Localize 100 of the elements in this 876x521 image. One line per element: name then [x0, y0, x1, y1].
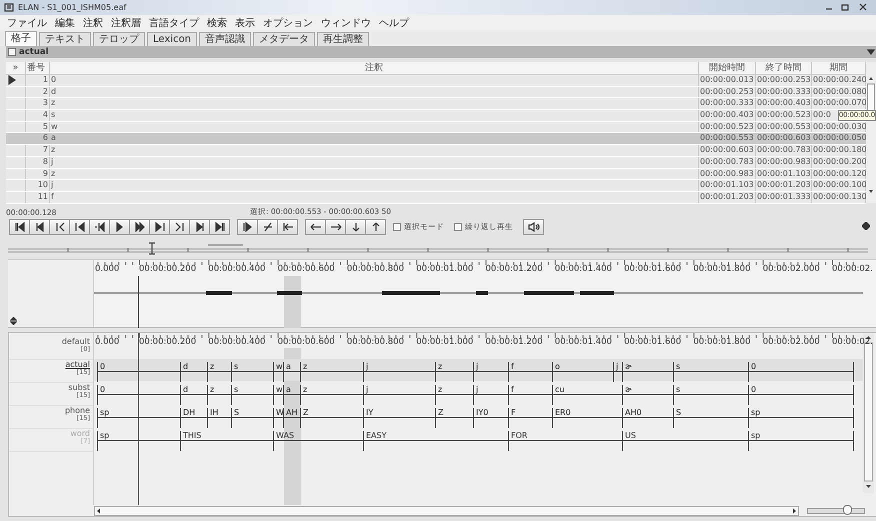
zoom-slider[interactable] [807, 508, 865, 514]
table-row[interactable]: 1 0 00:00:00.013 00:00:00.253 00:00:00.240 [6, 75, 866, 87]
table-row[interactable]: 6 a 00:00:00.553 00:00:00.603 00:00:00.050 [6, 133, 866, 146]
tab[interactable]: Lexicon [147, 32, 198, 46]
annotation[interactable]: F [508, 408, 552, 428]
annotation[interactable]: j [473, 362, 508, 382]
annotation[interactable]: 0 [748, 362, 854, 382]
media-button[interactable] [49, 219, 70, 235]
tab[interactable]: メタデータ [253, 32, 316, 46]
annotation[interactable]: d [180, 362, 207, 382]
annotation[interactable]: ɚ [622, 385, 673, 405]
annotation[interactable]: sp [748, 431, 854, 451]
media-button[interactable] [169, 219, 190, 235]
annotation[interactable]: sp [97, 431, 180, 451]
annotation[interactable]: z [435, 385, 473, 405]
annotation[interactable]: a [283, 385, 300, 405]
annotation[interactable]: W [273, 408, 283, 428]
annotation[interactable]: z [300, 385, 363, 405]
menu-item[interactable]: ファイル [3, 16, 51, 30]
media-button[interactable] [345, 219, 366, 235]
annotation[interactable]: DH [180, 408, 207, 428]
annotation[interactable]: sp [97, 408, 180, 428]
annotation[interactable]: w [273, 385, 283, 405]
annotation[interactable]: S [673, 408, 748, 428]
annotation[interactable]: s [673, 362, 748, 382]
annotation[interactable]: sp [748, 408, 854, 428]
media-button[interactable] [277, 219, 298, 235]
column-header[interactable]: 番号 [26, 62, 50, 74]
table-row[interactable]: 10 j 00:00:01.103 00:00:01.203 00:00:00.100 [6, 180, 866, 192]
annotation[interactable]: 0 [97, 385, 180, 405]
annotation[interactable]: w [273, 362, 283, 382]
annotation[interactable]: ER0 [552, 408, 622, 428]
annotation[interactable]: THIS [180, 431, 273, 451]
annotation[interactable]: IY [363, 408, 435, 428]
tier-name[interactable]: default [62, 337, 90, 346]
scrollbar[interactable] [94, 506, 799, 516]
annotation[interactable]: s [231, 362, 273, 382]
menu-item[interactable]: 注釈 [79, 16, 107, 30]
table-row[interactable]: 11 f 00:00:01.203 00:00:01.333 00:00:00.130 [6, 192, 866, 204]
annotation[interactable]: Z [300, 408, 363, 428]
annotation[interactable]: S [231, 408, 273, 428]
checkbox[interactable] [393, 223, 401, 231]
volume-button[interactable] [523, 219, 544, 235]
column-header[interactable]: 注釈 [50, 62, 699, 74]
media-button[interactable] [149, 219, 170, 235]
media-button[interactable] [237, 219, 258, 235]
tab[interactable]: テロップ [93, 32, 145, 46]
column-header[interactable]: 終了時間 [756, 62, 812, 74]
annotation[interactable]: AH [283, 408, 300, 428]
media-button[interactable] [69, 219, 90, 235]
media-button[interactable] [305, 219, 326, 235]
media-button[interactable] [109, 219, 130, 235]
annotation[interactable]: IY0 [473, 408, 508, 428]
annotation[interactable]: f [508, 362, 552, 382]
column-header[interactable]: 開始時間 [699, 62, 756, 74]
annotation[interactable]: cu [552, 385, 622, 405]
annotation[interactable]: FOR [508, 431, 622, 451]
annotation[interactable]: s [673, 385, 748, 405]
slider-thumb[interactable] [843, 504, 852, 514]
media-button[interactable] [209, 219, 230, 235]
menu-item[interactable]: ウィンドウ [317, 16, 375, 30]
media-button[interactable] [29, 219, 50, 235]
tier-name[interactable]: phone [64, 406, 90, 415]
annotation[interactable]: ɚ [622, 362, 673, 382]
annotation[interactable]: WAS [273, 431, 363, 451]
annotation[interactable]: z [300, 362, 363, 382]
annotation[interactable]: j [363, 362, 435, 382]
table-row[interactable]: 9 z 00:00:00.983 00:00:01.103 00:00:00.120 [6, 168, 866, 180]
column-header[interactable]: » [6, 62, 26, 74]
media-button[interactable] [129, 219, 150, 235]
table-row[interactable]: 5 w 00:00:00.523 00:00:00.553 00:00:00.030 [6, 122, 866, 134]
annotation[interactable]: z [207, 362, 231, 382]
annotation[interactable]: US [622, 431, 748, 451]
annotation[interactable]: f [508, 385, 552, 405]
media-button[interactable] [189, 219, 210, 235]
media-button[interactable] [257, 219, 278, 235]
annotation[interactable]: EASY [363, 431, 508, 451]
media-button[interactable] [9, 219, 30, 235]
table-row[interactable]: 7 z 00:00:00.603 00:00:00.783 00:00:00.180 [6, 145, 866, 157]
checkbox[interactable] [8, 48, 16, 56]
tab[interactable]: テキスト [39, 32, 91, 46]
annotation[interactable]: IH [207, 408, 231, 428]
annotation[interactable]: j [473, 385, 508, 405]
tab[interactable]: 格子 [5, 31, 37, 46]
media-button[interactable] [325, 219, 346, 235]
tier-name[interactable]: actual [65, 360, 90, 369]
menu-item[interactable]: 注釈層 [107, 16, 145, 30]
menu-item[interactable]: オプション [259, 16, 317, 30]
table-row[interactable]: 2 d 00:00:00.253 00:00:00.333 00:00:00.080 [6, 86, 866, 98]
table-row[interactable]: 3 z 00:00:00.333 00:00:00.403 00:00:00.070 [6, 98, 866, 110]
media-button[interactable] [365, 219, 386, 235]
annotation[interactable]: 0 [748, 385, 854, 405]
annotation[interactable]: z [207, 385, 231, 405]
menu-item[interactable]: 検索 [203, 16, 231, 30]
tier-name[interactable]: subst [68, 383, 90, 392]
menu-item[interactable]: 表示 [231, 16, 259, 30]
menu-item[interactable]: ヘルプ [375, 16, 413, 30]
annotation[interactable]: s [231, 385, 273, 405]
table-row[interactable]: 8 j 00:00:00.783 00:00:00.983 00:00:00.200 [6, 156, 866, 168]
annotation[interactable]: d [180, 385, 207, 405]
